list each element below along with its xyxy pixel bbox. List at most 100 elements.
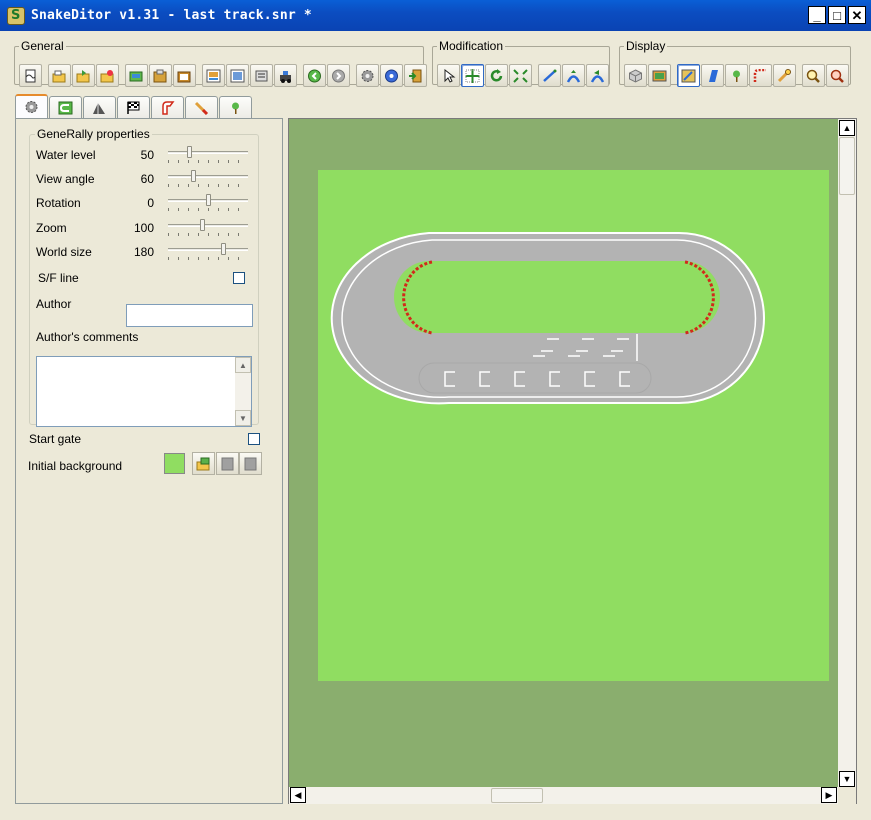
- exit-button[interactable]: [404, 64, 427, 87]
- track-list-button[interactable]: [250, 64, 273, 87]
- scroll-up-button[interactable]: ▲: [235, 357, 251, 373]
- test-run-button[interactable]: [274, 64, 297, 87]
- slider-thumb[interactable]: [221, 243, 226, 255]
- 3d-view-button[interactable]: [624, 64, 647, 87]
- window-title: SnakeDitor v1.31 - last track.snr *: [31, 8, 312, 23]
- slider-thumb[interactable]: [187, 146, 192, 158]
- lower-button[interactable]: [586, 64, 609, 87]
- path-button[interactable]: [749, 64, 772, 87]
- move-button[interactable]: [461, 64, 484, 87]
- authors-comments-label: Author's comments: [36, 330, 139, 344]
- background-option-button-2[interactable]: [239, 452, 262, 475]
- general-group: General: [14, 39, 427, 87]
- rotate-button[interactable]: [485, 64, 508, 87]
- comments-scrollbar[interactable]: ▲ ▼: [235, 357, 251, 426]
- raise-button[interactable]: [562, 64, 585, 87]
- tab-start[interactable]: [117, 96, 150, 118]
- start-gate-checkbox[interactable]: [248, 433, 260, 445]
- tab-heights[interactable]: [83, 96, 116, 118]
- zoom-slider[interactable]: [168, 219, 248, 237]
- world-size-slider[interactable]: [168, 243, 248, 261]
- background-color-swatch[interactable]: [164, 453, 185, 474]
- settings-icon: [361, 69, 374, 82]
- world-size-row: World size 180: [36, 243, 252, 261]
- scroll-right-button[interactable]: ▶: [821, 787, 837, 803]
- open-recent-button[interactable]: [72, 64, 95, 87]
- zoom-in-button[interactable]: [802, 64, 825, 87]
- rotation-slider[interactable]: [168, 194, 248, 212]
- load-background-button[interactable]: [192, 452, 215, 475]
- track-icon: [58, 101, 73, 114]
- draw-line-button[interactable]: [538, 64, 561, 87]
- import-button[interactable]: [96, 64, 119, 87]
- zoom-value: 100: [133, 221, 154, 235]
- scale-icon: [513, 68, 528, 83]
- open-button[interactable]: [48, 64, 71, 87]
- tab-track[interactable]: [49, 96, 82, 118]
- slider-thumb[interactable]: [200, 219, 205, 231]
- vertical-scroll-thumb[interactable]: [839, 137, 855, 195]
- tab-paint[interactable]: [185, 96, 218, 118]
- texture-button[interactable]: [677, 64, 700, 87]
- undo-button[interactable]: [303, 64, 326, 87]
- scale-button[interactable]: [509, 64, 532, 87]
- select-icon: [444, 68, 456, 83]
- rotation-row: Rotation 0: [36, 194, 252, 212]
- export-image-button[interactable]: [202, 64, 225, 87]
- clipboard-button[interactable]: [173, 64, 196, 87]
- tab-path[interactable]: [151, 96, 184, 118]
- close-button[interactable]: ✕: [848, 6, 866, 24]
- tab-objects[interactable]: [219, 96, 252, 118]
- zoom-row: Zoom 100: [36, 219, 252, 237]
- view-angle-slider[interactable]: [168, 170, 248, 188]
- draw-line-icon: [543, 69, 557, 82]
- track-view[interactable]: [289, 119, 838, 788]
- height-button[interactable]: [701, 64, 724, 87]
- scroll-left-button[interactable]: ◀: [290, 787, 306, 803]
- maximize-button[interactable]: □: [828, 6, 846, 24]
- author-input[interactable]: [126, 304, 253, 327]
- import-icon: [100, 69, 114, 82]
- minimize-button[interactable]: _: [808, 6, 826, 24]
- square-icon: [244, 457, 257, 470]
- scroll-down-button[interactable]: ▼: [235, 410, 251, 426]
- background-option-button-1[interactable]: [216, 452, 239, 475]
- slider-thumb[interactable]: [206, 194, 211, 206]
- generally-properties-label: GeneRally properties: [37, 127, 150, 141]
- water-level-label: Water level: [36, 148, 96, 162]
- paste-button[interactable]: [149, 64, 172, 87]
- redo-button[interactable]: [327, 64, 350, 87]
- settings-button[interactable]: [356, 64, 379, 87]
- canvas-vertical-scrollbar[interactable]: ▲ ▼: [838, 119, 856, 788]
- zoom-out-button[interactable]: [826, 64, 849, 87]
- objects-icon: [733, 70, 740, 82]
- scrollbar-corner: [838, 787, 856, 804]
- world-size-label: World size: [36, 245, 92, 259]
- authors-comments-textarea[interactable]: ▲ ▼: [36, 356, 252, 427]
- copy-layer-icon: [129, 71, 143, 81]
- canvas-horizontal-scrollbar[interactable]: ◀ ▶: [289, 787, 838, 804]
- export-bitmap-button[interactable]: [226, 64, 249, 87]
- objects-button[interactable]: [725, 64, 748, 87]
- help-button[interactable]: [380, 64, 403, 87]
- title-bar: S SnakeDitor v1.31 - last track.snr * _ …: [0, 0, 871, 31]
- scroll-down-button[interactable]: ▼: [839, 771, 855, 787]
- pit-lane: [418, 362, 652, 394]
- select-button[interactable]: [437, 64, 460, 87]
- sf-line-checkbox[interactable]: [233, 272, 245, 284]
- new-track-button[interactable]: [19, 64, 42, 87]
- app-icon: S: [7, 6, 25, 25]
- tab-settings[interactable]: [15, 94, 48, 118]
- tools-button[interactable]: [773, 64, 796, 87]
- water-level-slider[interactable]: [168, 146, 248, 164]
- horizontal-scroll-thumb[interactable]: [491, 788, 543, 803]
- paint-brush-icon: [194, 101, 209, 115]
- copy-layer-button[interactable]: [125, 64, 148, 87]
- background-button[interactable]: [648, 64, 671, 87]
- slider-thumb[interactable]: [191, 170, 196, 182]
- export-image-icon: [206, 69, 221, 82]
- track-canvas[interactable]: [288, 118, 857, 804]
- texture-icon: [681, 69, 696, 82]
- view-angle-row: View angle 60: [36, 170, 252, 188]
- scroll-up-button[interactable]: ▲: [839, 120, 855, 136]
